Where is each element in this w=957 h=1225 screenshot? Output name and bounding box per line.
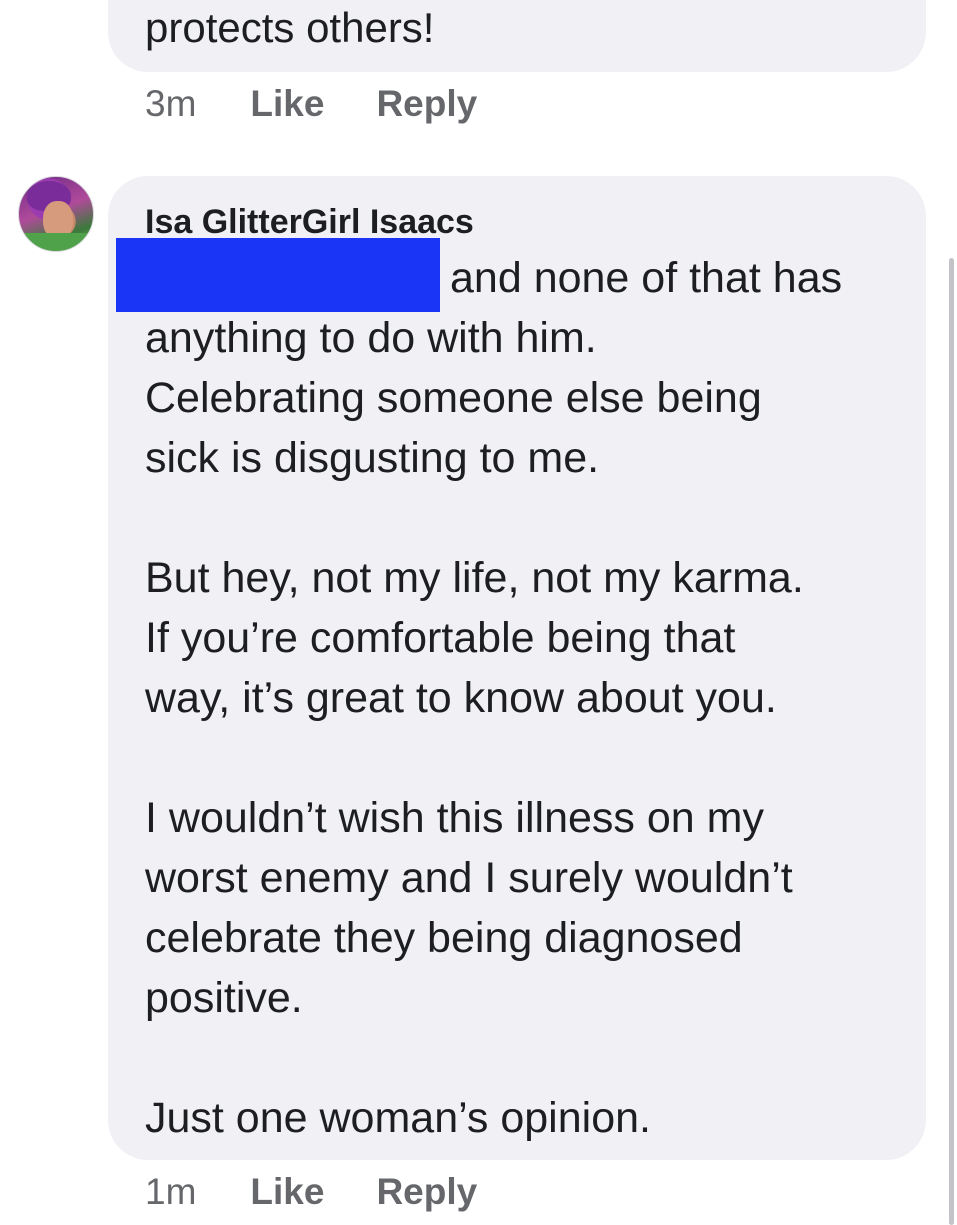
comment-paragraph-3: I wouldn’t wish this illness on my worst…: [145, 788, 925, 1028]
previous-comment-timestamp: 3m: [145, 83, 197, 124]
comment-line: Just one woman’s opinion.: [145, 1094, 651, 1142]
previous-comment-reply-button[interactable]: Reply: [376, 82, 477, 126]
comment-thread: protects others! 3m Like Reply Isa Glitt…: [0, 0, 957, 1225]
previous-comment-actions: 3m Like Reply: [145, 82, 477, 126]
comment-line: positive.: [145, 974, 303, 1022]
avatar[interactable]: [18, 176, 94, 252]
comment-line: anything to do with him.: [145, 314, 597, 362]
comment-line: Celebrating someone else being: [145, 374, 762, 422]
comment-line: celebrate they being diagnosed: [145, 914, 743, 962]
comment-paragraph-2: But hey, not my life, not my karma. If y…: [145, 548, 925, 728]
comment-actions: 1m Like Reply: [145, 1170, 477, 1214]
comment-line: sick is disgusting to me.: [145, 434, 600, 482]
comment-line: worst enemy and I surely wouldn’t: [145, 854, 793, 902]
previous-comment-text: protects others!: [145, 4, 435, 51]
reply-button[interactable]: Reply: [376, 1170, 477, 1214]
comment-paragraph-4: Just one woman’s opinion.: [145, 1088, 925, 1148]
comment-line: But hey, not my life, not my karma.: [145, 554, 804, 602]
like-button[interactable]: Like: [250, 1170, 324, 1214]
comment-line: If you’re comfortable being that: [145, 614, 736, 662]
previous-comment-like-button[interactable]: Like: [250, 82, 324, 126]
comment-paragraph-1: anything to do with him. Celebrating som…: [145, 308, 925, 488]
comment-timestamp: 1m: [145, 1171, 197, 1212]
avatar-shirt: [19, 233, 93, 251]
comment-line: I wouldn’t wish this illness on my: [145, 794, 764, 842]
comment-line: way, it’s great to know about you.: [145, 674, 777, 722]
comment-first-line: and none of that has: [450, 254, 843, 302]
redaction-block: [116, 238, 440, 312]
scrollbar[interactable]: [949, 258, 954, 1225]
